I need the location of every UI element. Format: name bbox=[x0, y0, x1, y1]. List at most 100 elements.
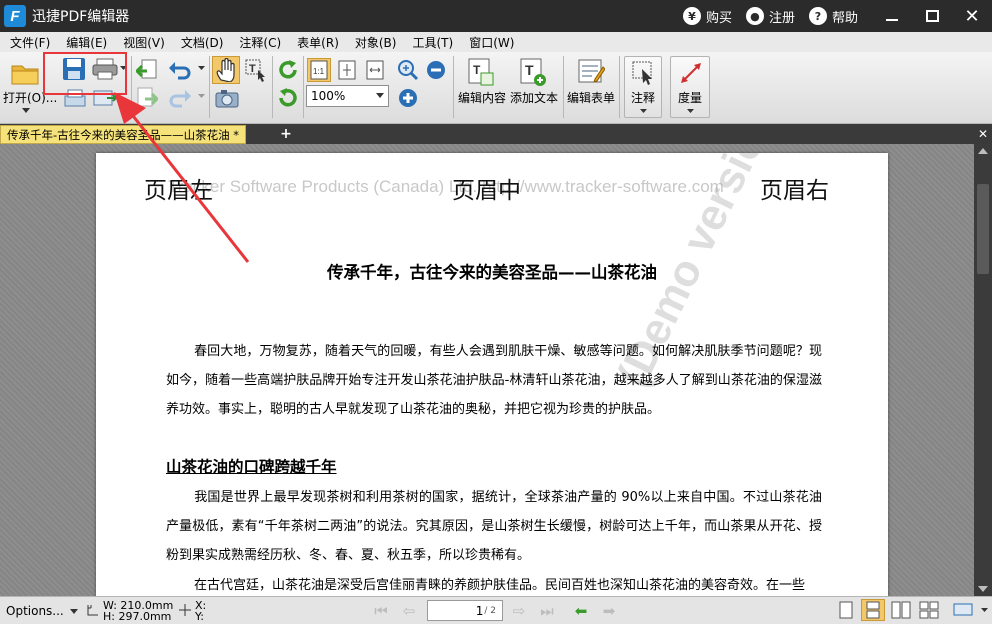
back-view-icon[interactable]: ⬅ bbox=[571, 601, 591, 621]
register-button[interactable]: ● 注册 bbox=[745, 7, 795, 26]
measure-dropdown-arrow-icon[interactable] bbox=[685, 108, 695, 114]
minimize-button[interactable] bbox=[872, 0, 912, 32]
toolbar-separator bbox=[272, 56, 273, 118]
facing-continuous-icon bbox=[919, 601, 939, 619]
paragraph-3: 在古代宫廷，山茶花油是深受后宫佳丽青睐的养颜护肤佳品。民间百姓也深知山茶花油的美… bbox=[194, 578, 806, 593]
edit-form-button[interactable] bbox=[576, 56, 606, 88]
edit-content-icon: T bbox=[468, 58, 494, 86]
options-label: Options... bbox=[6, 604, 64, 618]
menu-comment[interactable]: 注释(C) bbox=[233, 34, 287, 51]
menu-object[interactable]: 对象(B) bbox=[349, 34, 403, 51]
facing-continuous-view-button[interactable] bbox=[917, 599, 941, 621]
fit-page-icon bbox=[338, 60, 356, 80]
annotate-dropdown-arrow-icon[interactable] bbox=[638, 108, 648, 114]
svg-text:T: T bbox=[249, 63, 256, 75]
header-middle: 页眉中 bbox=[452, 178, 521, 204]
status-bar: Options... W: 210.0mm H: 297.0mm X: Y: ⏮… bbox=[0, 596, 992, 624]
forward-view-icon[interactable]: ➡ bbox=[599, 601, 619, 621]
new-tab-plus-icon[interactable]: + bbox=[279, 127, 293, 141]
close-button[interactable]: ✕ bbox=[952, 0, 992, 32]
toolbar-separator bbox=[303, 56, 304, 118]
magnifier-icon bbox=[398, 60, 419, 81]
options-dropdown[interactable]: Options... bbox=[6, 604, 78, 618]
maximize-icon bbox=[925, 10, 939, 22]
actual-size-button[interactable]: 1:1 bbox=[307, 58, 331, 82]
menu-file[interactable]: 文件(F) bbox=[4, 34, 56, 51]
zoom-in-tool-button[interactable] bbox=[396, 58, 420, 82]
monitor-icon bbox=[953, 603, 973, 616]
page-height: H: 297.0mm bbox=[103, 610, 172, 623]
maximize-button[interactable] bbox=[912, 0, 952, 32]
scroll-down-arrow-icon[interactable] bbox=[978, 586, 988, 592]
total-pages: / 2 bbox=[484, 605, 496, 616]
cursor-position-icon bbox=[179, 604, 191, 616]
undo-button[interactable] bbox=[166, 58, 194, 82]
fit-page-button[interactable] bbox=[335, 58, 359, 82]
toolbar-separator bbox=[453, 56, 454, 118]
import-button[interactable] bbox=[134, 58, 160, 82]
edit-form-icon bbox=[578, 59, 605, 83]
section-heading: 山茶花油的口碑跨越千年 bbox=[166, 458, 337, 476]
app-title: 迅捷PDF编辑器 bbox=[32, 9, 130, 25]
options-arrow-icon bbox=[69, 608, 78, 614]
add-text-icon: T bbox=[520, 58, 546, 86]
menu-form[interactable]: 表单(R) bbox=[291, 34, 345, 51]
menu-edit[interactable]: 编辑(E) bbox=[60, 34, 113, 51]
add-text-label: 添加文本 bbox=[510, 91, 559, 105]
zoom-level-select[interactable]: 100% bbox=[306, 85, 389, 107]
app-logo-icon: F bbox=[4, 5, 26, 27]
vertical-scrollbar[interactable] bbox=[974, 144, 992, 596]
buy-button[interactable]: ¥ 购买 bbox=[682, 7, 732, 26]
scroll-up-arrow-icon[interactable] bbox=[978, 148, 988, 154]
menu-window[interactable]: 窗口(W) bbox=[463, 34, 520, 51]
question-icon: ? bbox=[808, 7, 827, 25]
rotate-clockwise-button[interactable] bbox=[276, 58, 300, 82]
zoom-dropdown-arrow-icon[interactable] bbox=[376, 93, 384, 98]
edit-content-label: 编辑内容 bbox=[458, 91, 507, 105]
menu-document[interactable]: 文档(D) bbox=[175, 34, 230, 51]
zoom-out-button[interactable] bbox=[424, 58, 448, 82]
hand-tool-button[interactable] bbox=[212, 56, 240, 84]
edit-content-button[interactable]: T bbox=[466, 56, 496, 88]
hand-icon bbox=[216, 58, 235, 82]
tab-close-icon[interactable]: ✕ bbox=[978, 127, 988, 141]
fit-width-button[interactable] bbox=[363, 58, 387, 82]
menu-bar: 文件(F) 编辑(E) 视图(V) 文档(D) 注释(C) 表单(R) 对象(B… bbox=[0, 32, 992, 52]
undo-icon bbox=[169, 62, 191, 80]
zoom-in-button[interactable] bbox=[396, 86, 420, 110]
previous-page-icon[interactable]: ⇦ bbox=[399, 601, 419, 621]
cursor-y: Y: bbox=[195, 610, 204, 623]
annotate-label: 注释 bbox=[631, 91, 656, 105]
full-screen-button[interactable] bbox=[950, 599, 976, 621]
open-button[interactable] bbox=[8, 58, 42, 88]
page-size-icon bbox=[87, 605, 98, 616]
page-number-input[interactable]: 1 / 2 bbox=[427, 600, 503, 621]
help-label: 帮助 bbox=[831, 10, 858, 26]
rotate-counterclockwise-button[interactable] bbox=[276, 86, 300, 110]
title-bar: F 迅捷PDF编辑器 ¥ 购买 ● 注册 ? 帮助 ✕ bbox=[0, 0, 992, 32]
scroll-thumb[interactable] bbox=[977, 184, 989, 274]
last-page-icon[interactable]: ⏭ bbox=[537, 601, 557, 621]
zoom-level-value: 100% bbox=[311, 89, 346, 103]
paragraph-2: 我国是世界上最早发现茶树和利用茶树的国家，据统计，全球茶油产量的 90%以上来自… bbox=[166, 490, 822, 563]
undo-dropdown-arrow-icon[interactable] bbox=[196, 64, 206, 72]
menu-tools[interactable]: 工具(T) bbox=[406, 34, 459, 51]
first-page-icon[interactable]: ⏮ bbox=[371, 601, 391, 621]
continuous-view-button[interactable] bbox=[861, 599, 885, 621]
next-page-icon[interactable]: ⇨ bbox=[509, 601, 529, 621]
rotate-clockwise-icon bbox=[279, 60, 297, 79]
buy-label: 购买 bbox=[705, 10, 732, 26]
help-button[interactable]: ? 帮助 bbox=[808, 7, 858, 26]
toolbar-separator bbox=[619, 56, 620, 118]
facing-view-button[interactable] bbox=[889, 599, 913, 621]
select-text-button[interactable]: T bbox=[242, 56, 270, 84]
current-page: 1 bbox=[475, 603, 484, 618]
menu-view[interactable]: 视图(V) bbox=[117, 34, 171, 51]
add-text-button[interactable]: T bbox=[518, 56, 548, 88]
open-dropdown-arrow-icon[interactable] bbox=[20, 106, 32, 114]
single-page-view-button[interactable] bbox=[835, 599, 857, 621]
actual-size-icon: 1:1 bbox=[310, 60, 328, 80]
folder-icon bbox=[11, 65, 39, 85]
continuous-page-icon bbox=[866, 601, 880, 619]
view-mode-dropdown-arrow-icon[interactable] bbox=[978, 599, 990, 621]
